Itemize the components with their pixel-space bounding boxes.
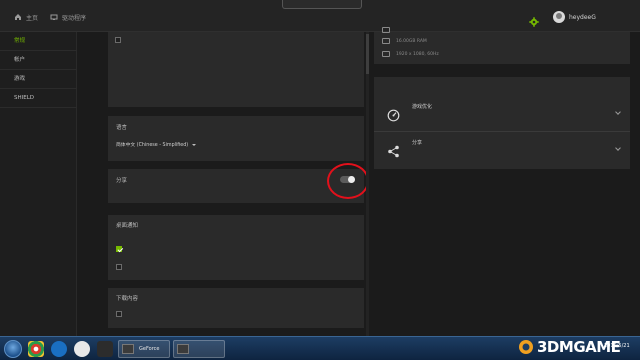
language-dropdown[interactable]: 简体中文 (Chinese - Simplified)	[116, 141, 197, 148]
sidebar-item-games[interactable]: 游戏	[0, 70, 77, 89]
top-bar: 主页 驱动程序 heydeeG	[0, 0, 640, 32]
language-title: 语言	[116, 125, 128, 131]
sidebar-item-label: 游戏	[14, 76, 26, 82]
sidebar-item-general[interactable]: 常规	[0, 32, 77, 51]
app-icon[interactable]	[51, 341, 67, 357]
home-label: 主页	[26, 14, 39, 22]
chrome-icon[interactable]	[28, 341, 44, 357]
3dmgame-logo-icon	[519, 340, 533, 354]
monitor-icon	[382, 51, 390, 57]
system-row	[382, 26, 396, 34]
feature-row-share[interactable]: 分享	[374, 132, 630, 168]
sidebar-item-label: 常规	[14, 38, 26, 44]
feature-row-game-optimization[interactable]: 游戏优化	[374, 96, 630, 132]
system-row-text: 16.00GB RAM	[396, 38, 427, 44]
scrollbar-track[interactable]	[366, 32, 369, 336]
home-nav[interactable]: 主页	[14, 11, 38, 23]
chevron-down-icon	[615, 109, 621, 115]
user-avatar[interactable]	[553, 11, 565, 23]
sidebar-item-account[interactable]: 帐户	[0, 51, 77, 70]
chevron-down-icon	[615, 145, 621, 151]
share-icon	[387, 143, 400, 158]
highlight-circle	[327, 163, 369, 199]
sidebar: 常规 帐户 游戏 SHIELD	[0, 32, 77, 336]
scrollbar-thumb[interactable]	[366, 34, 369, 74]
home-icon	[14, 13, 22, 21]
drivers-icon	[50, 13, 58, 21]
system-row: 16.00GB RAM	[382, 37, 427, 45]
share-title: 分享	[116, 178, 128, 184]
downloads-card	[108, 288, 364, 328]
notification-checkbox-driver[interactable]	[116, 246, 122, 252]
share-card	[108, 169, 364, 203]
system-row: 1920 x 1080, 60Hz	[382, 50, 439, 58]
language-selected: 简体中文 (Chinese - Simplified)	[116, 143, 189, 148]
taskbar-task[interactable]	[173, 340, 225, 358]
auto-download-checkbox[interactable]	[116, 311, 122, 317]
speedometer-icon	[387, 107, 400, 122]
window-thumbnail-icon	[122, 344, 134, 354]
caret-down-icon	[192, 143, 197, 146]
username[interactable]: heydeeG	[569, 14, 596, 21]
notifications-title: 桌面通知	[116, 223, 139, 229]
cpu-icon	[382, 27, 390, 33]
drivers-nav[interactable]: 驱动程序	[50, 11, 86, 23]
about-card	[108, 32, 364, 107]
geforce-experience-logo	[282, 0, 362, 9]
feature-title: 游戏优化	[412, 104, 433, 110]
app-icon[interactable]	[74, 341, 90, 357]
notifications-card	[108, 215, 364, 280]
task-label: GeForce Ex...	[139, 346, 160, 352]
watermark-text: 3DMGAME	[537, 338, 621, 356]
app-icon[interactable]	[97, 341, 113, 357]
settings-gear-icon[interactable]	[529, 12, 539, 27]
sidebar-item-label: SHIELD	[14, 95, 35, 101]
experimental-features-checkbox[interactable]	[115, 37, 121, 43]
memory-icon	[382, 38, 390, 44]
feature-title: 分享	[412, 140, 423, 146]
notification-checkbox-update[interactable]	[116, 264, 122, 270]
taskbar-task-geforce[interactable]: GeForce Ex...	[118, 340, 170, 358]
drivers-label: 驱动程序	[62, 14, 87, 22]
window-thumbnail-icon	[177, 344, 189, 354]
start-button[interactable]	[4, 340, 22, 358]
downloads-title: 下载内容	[116, 296, 139, 302]
language-card	[108, 116, 364, 161]
sidebar-item-label: 帐户	[14, 57, 26, 63]
3dmgame-watermark: 3DMGAME	[518, 337, 621, 357]
sidebar-item-shield[interactable]: SHIELD	[0, 89, 77, 108]
system-row-text: 1920 x 1080, 60Hz	[396, 51, 439, 57]
